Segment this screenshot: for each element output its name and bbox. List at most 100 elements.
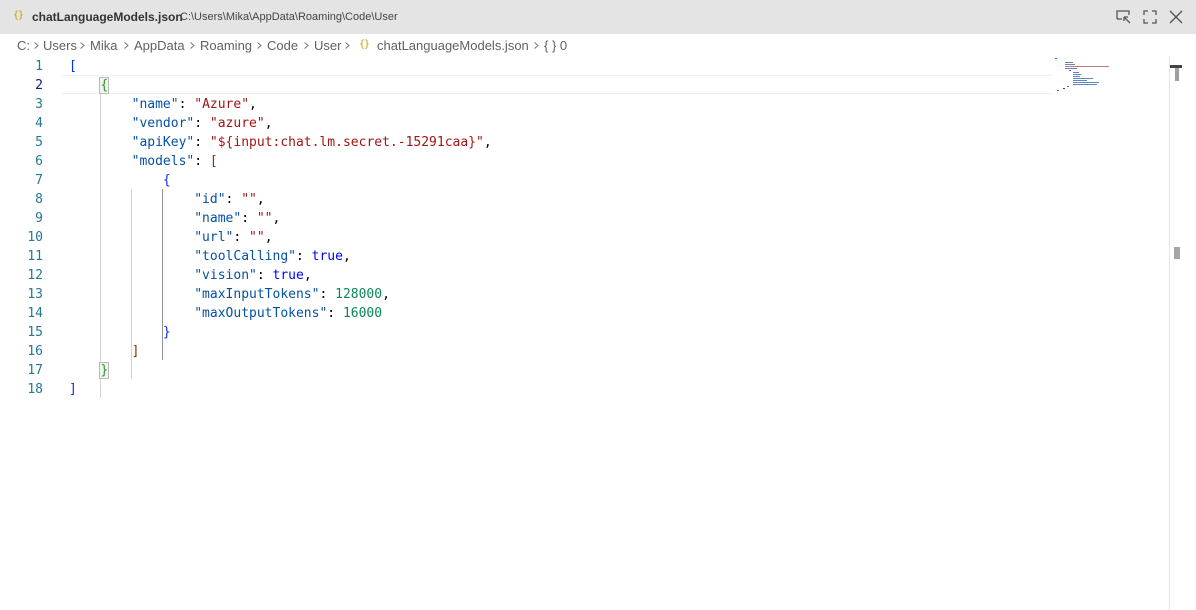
code-token: {	[162, 173, 171, 188]
code-line[interactable]: "vendor": "azure",	[69, 114, 273, 133]
window-title-path: C:\Users\Mika\AppData\Roaming\Code\User	[180, 11, 398, 23]
code-token: "apiKey"	[131, 135, 195, 150]
code-line[interactable]: }	[69, 361, 110, 380]
code-line[interactable]: {	[69, 76, 110, 95]
code-line[interactable]: [	[69, 57, 77, 76]
code-token: [	[209, 154, 218, 169]
code-token: ""	[249, 230, 265, 245]
code-token: "name"	[194, 211, 242, 226]
chevron-right-icon	[80, 42, 85, 49]
code-line[interactable]: "maxInputTokens": 128000,	[69, 285, 390, 304]
code-token: "azure"	[209, 116, 265, 131]
code-token: true	[272, 268, 304, 283]
code-token: ,	[382, 287, 390, 302]
code-token: :	[194, 154, 210, 169]
code-token: "name"	[131, 97, 179, 112]
code-token: ,	[303, 268, 312, 283]
focus-editor-icon	[1116, 10, 1131, 24]
code-line[interactable]: ]	[69, 342, 140, 361]
code-token: ]	[131, 344, 140, 359]
chevron-right-icon	[190, 42, 195, 49]
chevron-right-icon	[124, 42, 129, 49]
line-number: 15	[27, 325, 43, 340]
line-number: 12	[27, 268, 43, 283]
breadcrumb-segment[interactable]: Roaming	[200, 38, 252, 53]
line-number: 3	[35, 97, 43, 112]
code-line[interactable]: "toolCalling": true,	[69, 247, 351, 266]
close-button[interactable]	[1167, 8, 1185, 26]
code-token: "toolCalling"	[194, 249, 296, 264]
vertical-scrollbar[interactable]	[1169, 56, 1170, 610]
code-token: true	[311, 249, 343, 264]
code-token: :	[241, 211, 257, 226]
code-token: [	[69, 59, 77, 74]
code-line[interactable]: }	[69, 323, 171, 342]
code-token: }	[162, 325, 171, 340]
code-token: ,	[483, 135, 492, 150]
minimap[interactable]	[1055, 58, 1115, 92]
chevron-right-icon	[534, 42, 539, 49]
code-line[interactable]: "vision": true,	[69, 266, 312, 285]
code-token: 16000	[342, 306, 383, 321]
code-line[interactable]: "name": "",	[69, 209, 280, 228]
fullscreen-icon	[1143, 10, 1157, 24]
code-token: ,	[264, 116, 273, 131]
line-number: 9	[35, 211, 43, 226]
code-token: :	[194, 116, 210, 131]
code-token: 128000	[335, 287, 383, 302]
title-bar: {} chatLanguageModels.json C:\Users\Mika…	[0, 0, 1196, 34]
line-number: 2	[35, 78, 43, 93]
code-token: "id"	[194, 192, 226, 207]
code-token: "models"	[131, 154, 195, 169]
code-line[interactable]: "name": "Azure",	[69, 95, 257, 114]
breadcrumb-segment[interactable]: Code	[267, 38, 298, 53]
code-line[interactable]: "maxOutputTokens": 16000	[69, 304, 382, 323]
chevron-right-icon	[345, 42, 350, 49]
focus-editor-button[interactable]	[1115, 8, 1133, 26]
code-line[interactable]: {	[69, 171, 171, 190]
breadcrumb-segment[interactable]: Mika	[90, 38, 117, 53]
code-token: ,	[256, 192, 265, 207]
fullscreen-button[interactable]	[1141, 8, 1159, 26]
code-token: "Azure"	[194, 97, 250, 112]
code-token: ,	[264, 230, 273, 245]
breadcrumb-segment[interactable]: Users	[43, 38, 77, 53]
code-line[interactable]: "url": "",	[69, 228, 273, 247]
editor-window: {} chatLanguageModels.json C:\Users\Mika…	[0, 0, 1196, 610]
line-number: 18	[27, 382, 43, 397]
breadcrumb-segment[interactable]: AppData	[134, 38, 185, 53]
line-number: 4	[35, 116, 43, 131]
breadcrumb-symbol[interactable]: { } 0	[544, 38, 567, 53]
code-line[interactable]: "models": [	[69, 152, 218, 171]
window-title-file: chatLanguageModels.json	[32, 10, 183, 24]
breadcrumb-file[interactable]: chatLanguageModels.json	[377, 38, 529, 53]
code-token: :	[319, 287, 336, 302]
json-file-icon: {}	[359, 39, 370, 50]
breadcrumb-segment[interactable]: C:	[17, 38, 30, 53]
breadcrumb-segment[interactable]: User	[314, 38, 341, 53]
code-editor[interactable]: 1 2 3 4 5 6 7 8 9 10 11 12 13 14 15 16 17 18 [ { "name": …	[0, 56, 1196, 610]
code-token: ,	[342, 249, 351, 264]
code-line[interactable]: "id": "",	[69, 190, 265, 209]
code-token: ""	[256, 211, 273, 226]
code-token: ,	[249, 97, 257, 112]
line-number: 11	[27, 249, 43, 264]
chevron-right-icon	[257, 42, 262, 49]
chevron-right-icon	[34, 42, 39, 49]
code-line[interactable]: "apiKey": "${input:chat.lm.secret.-15291…	[69, 133, 492, 152]
code-token: ]	[69, 382, 77, 397]
scrollbar-thumb[interactable]	[1175, 68, 1179, 81]
code-token: :	[225, 192, 242, 207]
close-icon	[1169, 10, 1183, 24]
code-line[interactable]: ]	[69, 380, 77, 399]
line-number: 1	[35, 59, 43, 74]
